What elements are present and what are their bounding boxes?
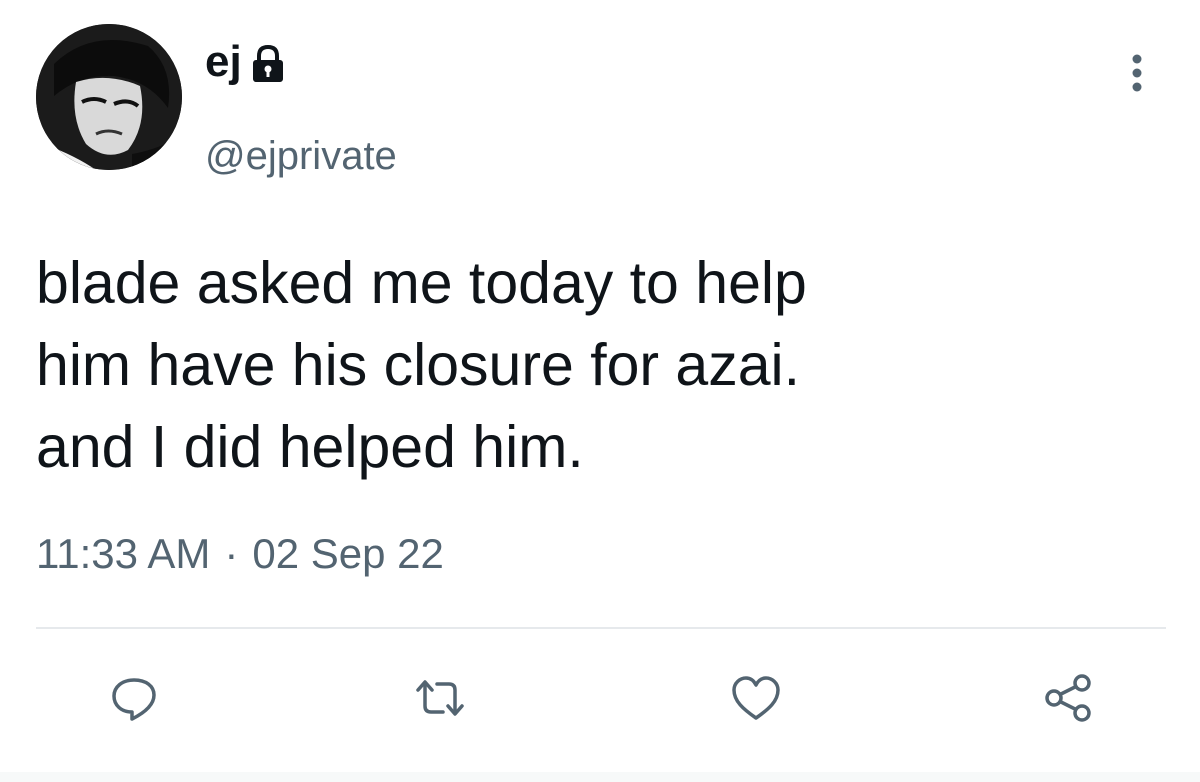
share-icon [1045, 674, 1091, 722]
reply-button[interactable] [102, 666, 166, 730]
tweet-time[interactable]: 11:33 AM [36, 533, 210, 575]
name-row: ej [205, 40, 286, 84]
retweet-button[interactable] [408, 666, 472, 730]
tweet-card: ej @ejprivate blade asked me today to he… [0, 0, 1200, 782]
more-vertical-icon[interactable] [1122, 52, 1152, 94]
avatar[interactable] [36, 24, 182, 170]
reply-icon [112, 678, 156, 721]
bottom-border [0, 772, 1200, 782]
display-name[interactable]: ej [205, 40, 242, 84]
retweet-icon [416, 680, 464, 716]
avatar-image [36, 24, 182, 170]
handle[interactable]: @ejprivate [205, 136, 397, 176]
divider [36, 627, 1166, 629]
heart-icon [732, 676, 780, 720]
tweet-date[interactable]: 02 Sep 22 [252, 533, 444, 575]
tweet-meta: 11:33 AM · 02 Sep 22 [36, 533, 444, 575]
lock-icon [250, 44, 286, 84]
tweet-text: blade asked me today to help him have hi… [36, 250, 807, 480]
meta-separator: · [224, 530, 239, 577]
share-button[interactable] [1036, 666, 1100, 730]
like-button[interactable] [724, 666, 788, 730]
